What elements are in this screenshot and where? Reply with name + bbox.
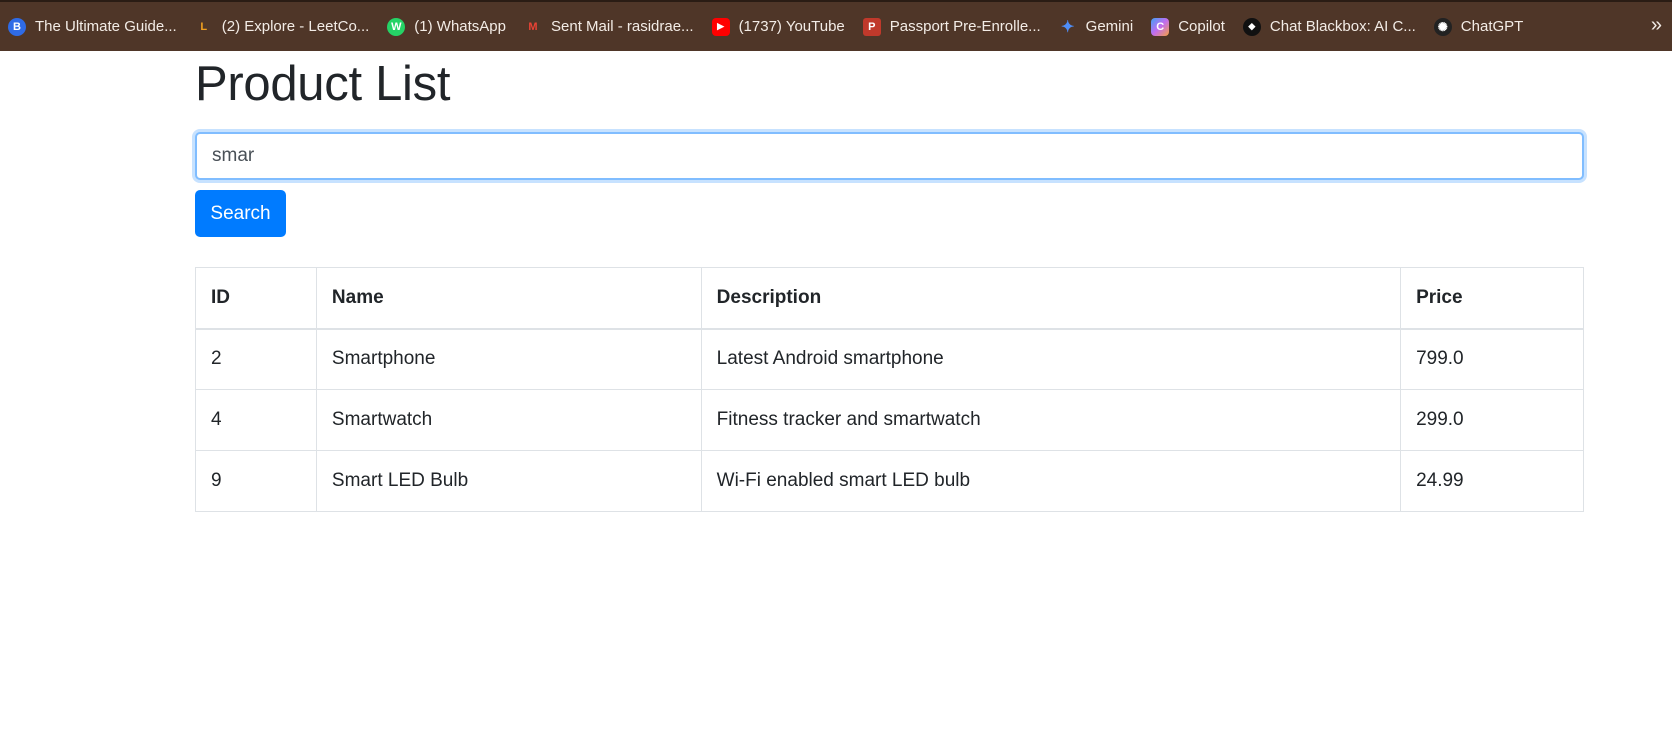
bookmark-item[interactable]: ▶ (1737) YouTube [711,12,853,42]
main-content: Product List Search ID Name Description … [195,51,1584,512]
whatsapp-icon: W [387,17,406,36]
cell-id: 4 [195,389,317,451]
cell-description: Latest Android smartphone [700,328,1402,390]
bookmarks-bar: B The Ultimate Guide... L (2) Explore - … [0,0,1672,51]
bookmark-item[interactable]: C Copilot [1151,12,1233,42]
page-title: Product List [195,57,451,111]
cell-price: 799.0 [1400,328,1584,390]
column-header-id: ID [195,267,317,330]
bookmark-item[interactable]: ◆ Chat Blackbox: AI C... [1242,12,1424,42]
column-header-description: Description [700,267,1402,330]
bookmark-label: ChatGPT [1460,18,1524,35]
bookmark-item[interactable]: B The Ultimate Guide... [8,12,185,42]
cell-name: Smart LED Bulb [315,450,702,512]
bookmarks-overflow-icon[interactable]: » [1651,14,1662,37]
bookmark-label: (1) WhatsApp [414,18,506,35]
cell-id: 9 [195,450,317,512]
bookmark-item[interactable]: W (1) WhatsApp [387,12,514,42]
bookmark-item[interactable]: L (2) Explore - LeetCo... [195,12,378,42]
cell-price: 299.0 [1400,389,1584,451]
search-input[interactable] [195,132,1584,180]
chatgpt-icon: ✺ [1433,17,1452,36]
column-header-price: Price [1400,267,1584,330]
leetcode-icon: L [200,20,208,33]
passport-icon: P [862,17,881,36]
cell-name: Smartphone [315,328,702,390]
cell-price: 24.99 [1400,450,1584,512]
bookmark-item[interactable]: ✦ Gemini [1059,12,1142,42]
bookmark-label: (2) Explore - LeetCo... [221,18,370,35]
table-row: 2 Smartphone Latest Android smartphone 7… [195,328,1584,390]
cell-name: Smartwatch [315,389,702,451]
bookmark-label: Copilot [1178,18,1225,35]
cell-id: 2 [195,328,317,390]
bookmark-label: Passport Pre-Enrolle... [889,18,1041,35]
search-button[interactable]: Search [195,190,286,237]
blackbox-icon: ◆ [1242,17,1261,36]
column-header-name: Name [315,267,702,330]
bookmark-item[interactable]: M Sent Mail - rasidrae... [524,12,702,42]
bookmark-guide-icon: B [8,17,26,36]
gmail-icon: M [528,20,538,33]
bookmark-label: Gemini [1085,18,1134,35]
bookmark-label: (1737) YouTube [738,18,845,35]
cell-description: Wi-Fi enabled smart LED bulb [700,450,1402,512]
bookmark-label: Sent Mail - rasidrae... [551,18,694,35]
gemini-icon: ✦ [1060,18,1075,36]
bookmark-item[interactable]: P Passport Pre-Enrolle... [862,12,1049,42]
table-row: 4 Smartwatch Fitness tracker and smartwa… [195,389,1584,451]
cell-description: Fitness tracker and smartwatch [700,389,1402,451]
table-header-row: ID Name Description Price [195,267,1584,330]
bookmark-label: The Ultimate Guide... [35,18,177,35]
youtube-icon: ▶ [711,17,730,36]
table-row: 9 Smart LED Bulb Wi-Fi enabled smart LED… [195,450,1584,512]
copilot-icon: C [1151,17,1170,36]
bookmark-label: Chat Blackbox: AI C... [1269,18,1416,35]
bookmark-item[interactable]: ✺ ChatGPT [1433,12,1532,42]
product-table: ID Name Description Price 2 Smartphone L… [195,267,1584,512]
